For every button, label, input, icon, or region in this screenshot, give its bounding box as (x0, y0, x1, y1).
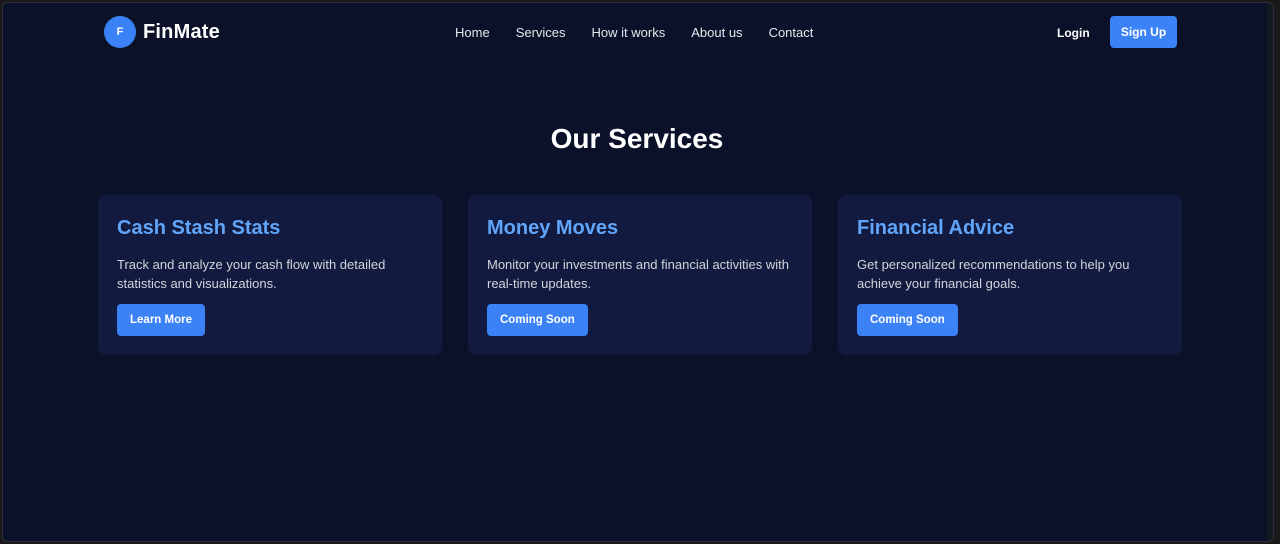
card-description: Track and analyze your cash flow with de… (117, 257, 386, 291)
card-title: Cash Stash Stats (117, 217, 281, 239)
nav-link-how-it-works[interactable]: How it works (592, 25, 666, 40)
coming-soon-button[interactable]: Coming Soon (857, 304, 958, 336)
browser-viewport: F FinMate Home Services How it works Abo… (2, 2, 1274, 542)
nav-link-services[interactable]: Services (516, 25, 566, 40)
vertical-scrollbar[interactable] (1267, 3, 1273, 541)
nav-link-contact[interactable]: Contact (769, 25, 814, 40)
top-navbar: F FinMate Home Services How it works Abo… (3, 3, 1273, 65)
page-title: Our Services (550, 123, 724, 154)
sign-up-button[interactable]: Sign Up (1110, 16, 1177, 48)
brand-logo[interactable]: F FinMate (104, 16, 220, 48)
card-description: Monitor your investments and financial a… (487, 257, 790, 291)
main-menu: Home Services How it works About us Cont… (455, 25, 839, 40)
card-title: Money Moves (487, 217, 619, 239)
service-card-money-moves: Money Moves Monitor your investments and… (468, 195, 812, 355)
login-button[interactable]: Login (1057, 26, 1090, 40)
logo-icon: F (104, 16, 136, 48)
nav-link-about-us[interactable]: About us (691, 25, 742, 40)
card-title: Financial Advice (857, 217, 1015, 239)
coming-soon-button[interactable]: Coming Soon (487, 304, 588, 336)
nav-link-home[interactable]: Home (455, 25, 490, 40)
brand-name: FinMate (143, 20, 220, 43)
service-card-cash-stash-stats: Cash Stash Stats Track and analyze your … (98, 195, 442, 355)
service-card-financial-advice: Financial Advice Get personalized recomm… (838, 195, 1182, 355)
learn-more-button[interactable]: Learn More (117, 304, 205, 336)
card-description: Get personalized recommendations to help… (857, 257, 1130, 291)
